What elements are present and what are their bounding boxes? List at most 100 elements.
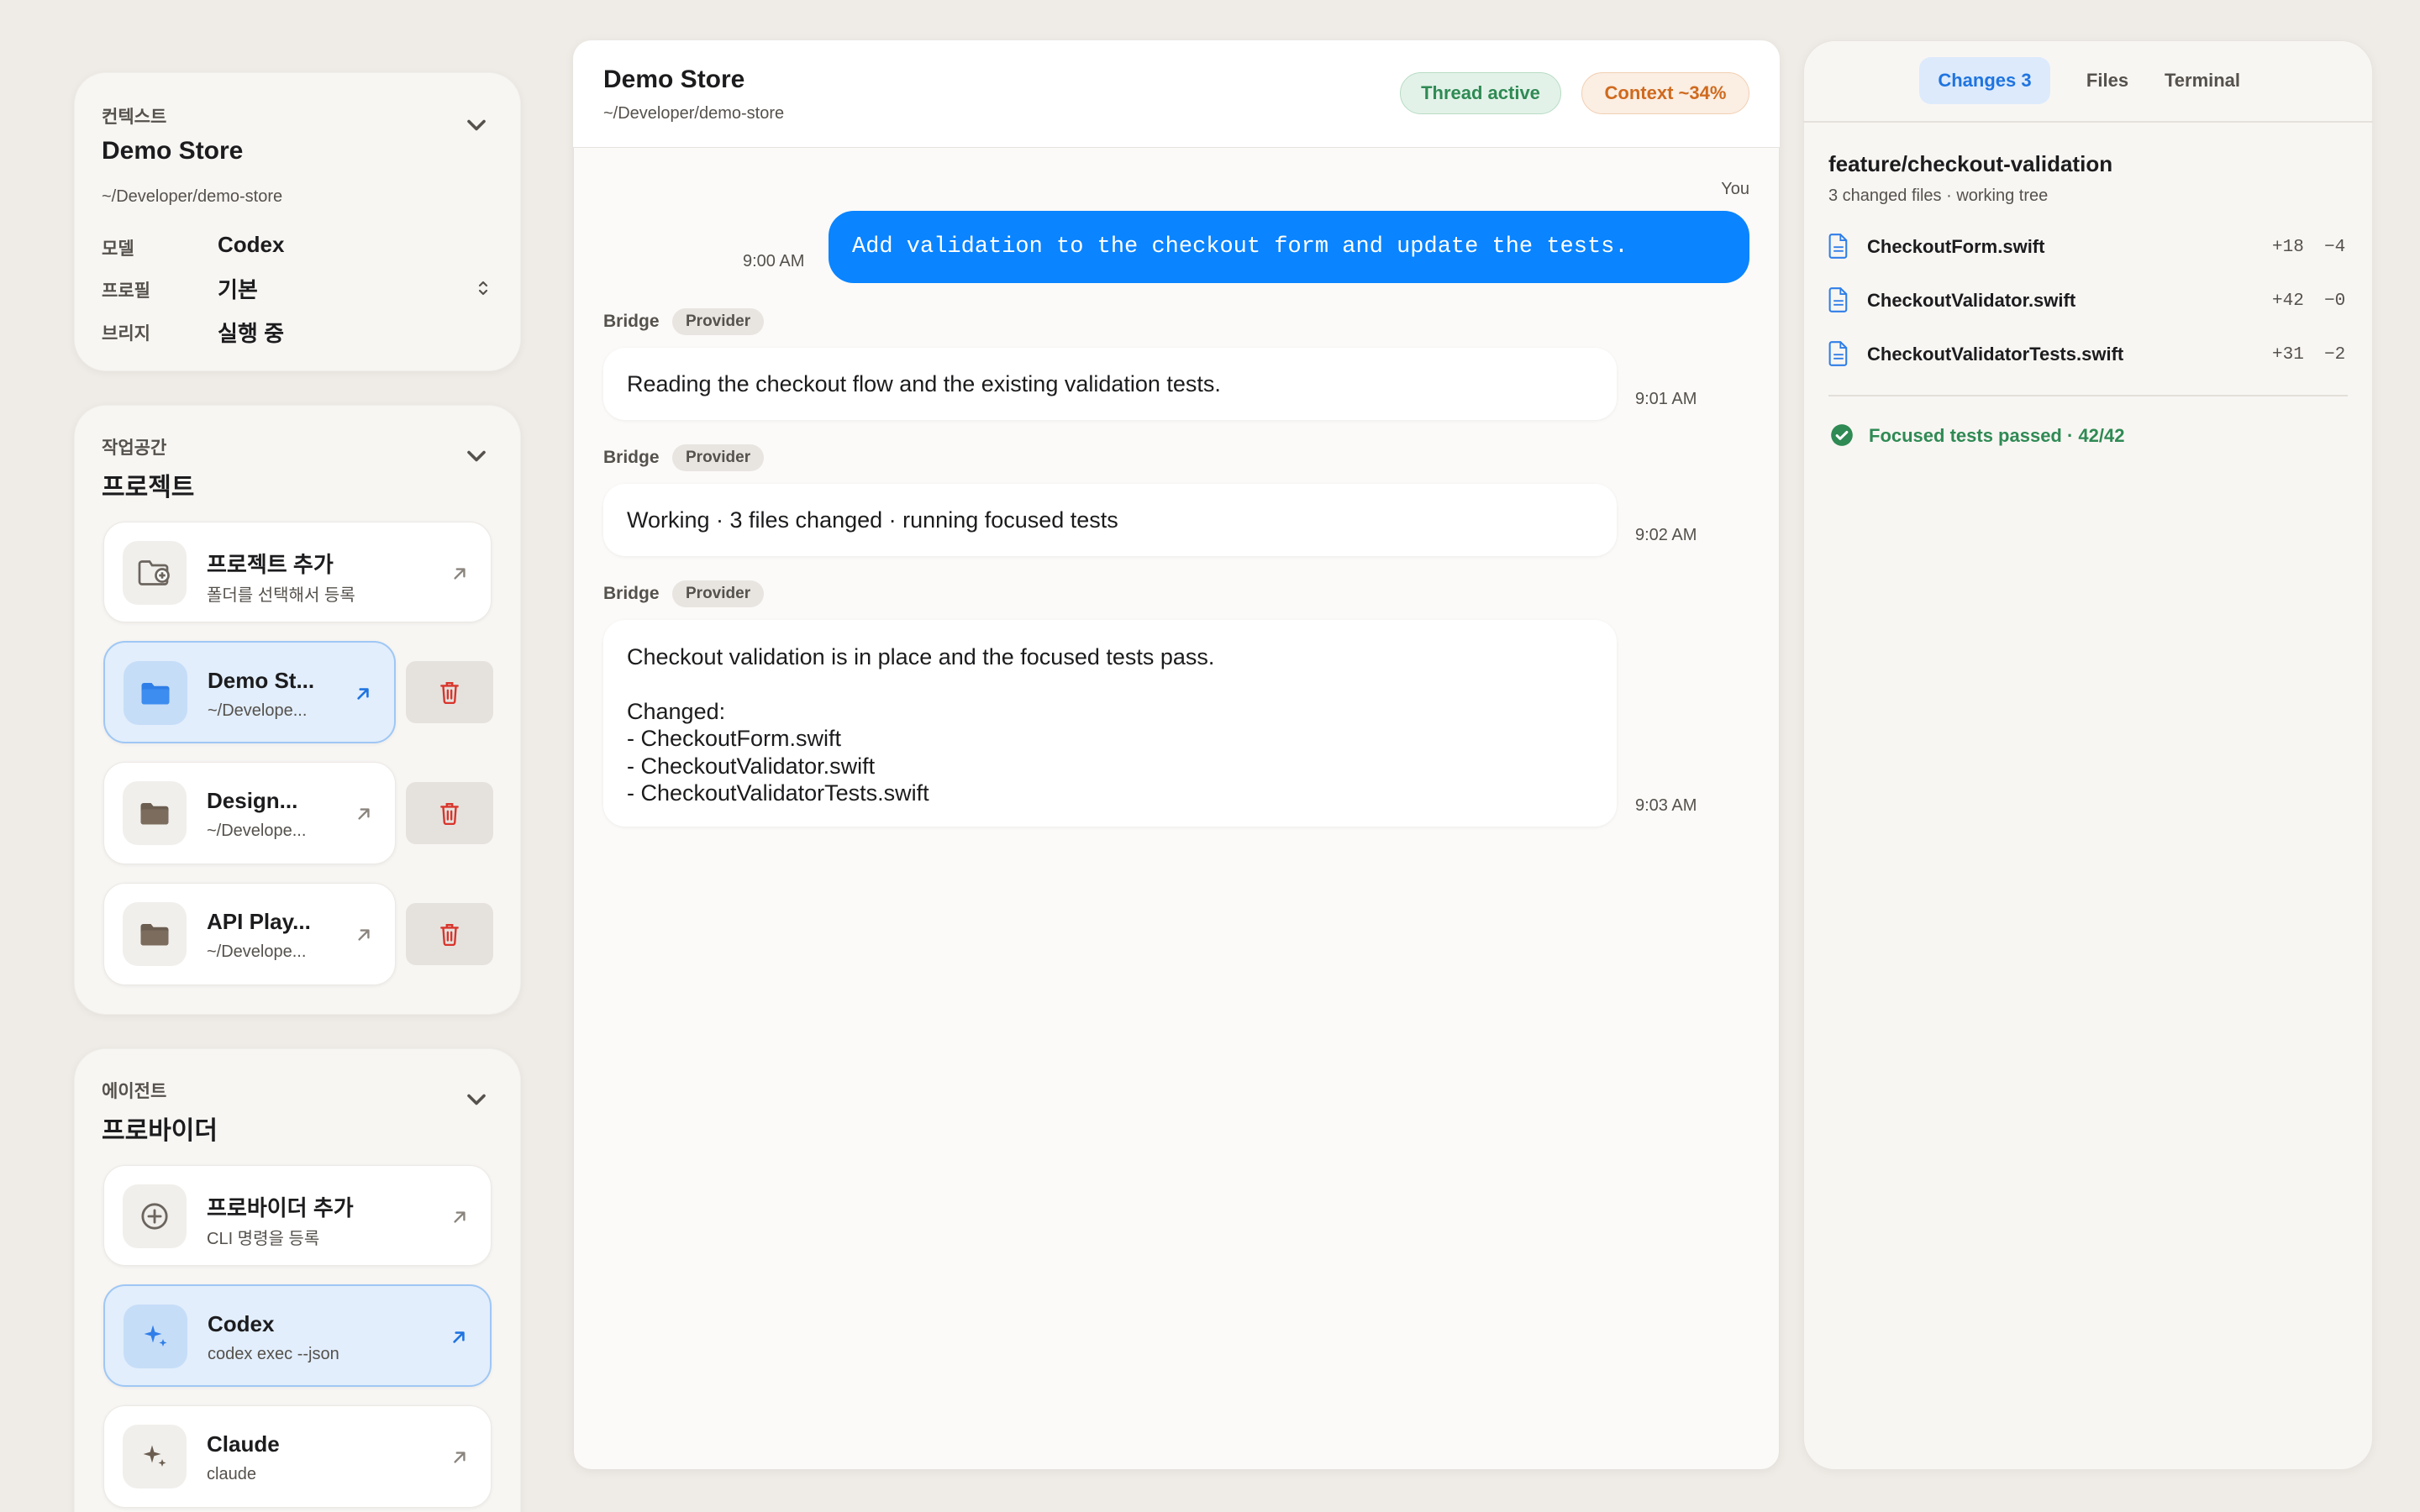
context-path: ~/Developer/demo-store — [102, 187, 283, 206]
plus-circle-icon — [123, 1184, 187, 1248]
assistant-message: Checkout validation is in place and the … — [603, 620, 1617, 827]
project-label: Design... — [207, 788, 298, 813]
project-path: ~/Develope... — [208, 701, 308, 720]
check-circle-icon — [1831, 424, 1853, 446]
message-line — [627, 670, 1593, 697]
arrow-up-right-icon — [358, 929, 370, 941]
tab-files[interactable]: Files — [2072, 57, 2143, 104]
provider-tag: Provider — [672, 444, 765, 471]
chevron-down-icon[interactable] — [461, 110, 492, 140]
project-item-design[interactable]: Design... ~/Develope... — [103, 762, 396, 864]
provider-command: claude — [207, 1465, 256, 1483]
changed-file[interactable]: CheckoutValidatorTests.swift — [1867, 344, 2123, 365]
message-line: - CheckoutValidatorTests.swift — [627, 780, 929, 806]
message-time: 9:01 AM — [1635, 390, 1697, 408]
project-label: API Play... — [207, 909, 311, 934]
changes-summary: 3 changed files · working tree — [1828, 186, 2049, 205]
provider-label: Codex — [208, 1311, 275, 1336]
tab-terminal[interactable]: Terminal — [2153, 57, 2252, 104]
changed-file[interactable]: CheckoutForm.swift — [1867, 236, 2044, 258]
delete-project-button[interactable] — [406, 903, 493, 965]
delete-project-button[interactable] — [406, 661, 493, 723]
user-message-bubble: Add validation to the checkout form and … — [829, 211, 1749, 283]
arrow-up-right-icon — [358, 808, 370, 820]
arrow-up-right-icon — [454, 568, 466, 580]
agents-title: 프로바이더 — [102, 1117, 218, 1145]
project-path: ~/Develope... — [207, 942, 307, 961]
folder-icon — [123, 902, 187, 966]
folder-plus-icon — [123, 541, 187, 605]
panel-tabs-divider — [1803, 121, 2373, 123]
delete-project-button[interactable] — [406, 782, 493, 844]
workspace-eyebrow: 작업공간 — [102, 438, 167, 458]
agents-card: 에이전트 프로바이더 프로바이더 추가 CLI 명령을 등록 Codex cod… — [74, 1048, 521, 1512]
chevron-down-icon[interactable] — [461, 1084, 492, 1115]
thread-status-badge: Thread active — [1400, 72, 1561, 114]
message-line: - CheckoutForm.swift — [627, 726, 842, 752]
add-project-button[interactable]: 프로젝트 추가 폴더를 선택해서 등록 — [103, 522, 492, 622]
chat-title: Demo Store — [603, 66, 745, 93]
workspace-title: 프로젝트 — [102, 474, 195, 501]
context-card: 컨텍스트 Demo Store ~/Developer/demo-store 모… — [74, 72, 521, 371]
sparkle-icon — [124, 1305, 187, 1368]
file-icon — [1828, 341, 1848, 366]
message-sender: Bridge — [603, 312, 660, 331]
provider-item-codex[interactable]: Codex codex exec --json — [103, 1284, 492, 1387]
arrow-up-right-icon — [453, 1331, 465, 1343]
lines-added: +42 — [2272, 291, 2304, 311]
profile-value[interactable]: 기본 — [218, 273, 258, 304]
trash-icon — [440, 803, 459, 825]
profile-key: 프로필 — [102, 281, 150, 301]
provider-tag: Provider — [672, 308, 765, 335]
add-provider-button[interactable]: 프로바이더 추가 CLI 명령을 등록 — [103, 1165, 492, 1266]
assistant-message: Reading the checkout flow and the existi… — [603, 348, 1617, 420]
workspace-card: 작업공간 프로젝트 프로젝트 추가 폴더를 선택해서 등록 Demo St...… — [74, 405, 521, 1015]
agents-eyebrow: 에이전트 — [102, 1082, 167, 1101]
changed-file[interactable]: CheckoutValidator.swift — [1867, 290, 2075, 312]
model-key: 모델 — [102, 239, 134, 259]
context-eyebrow: 컨텍스트 — [102, 108, 167, 127]
trash-icon — [440, 682, 459, 704]
message-sender: Bridge — [603, 448, 660, 467]
chevron-down-icon[interactable] — [461, 441, 492, 471]
message-line: - CheckoutValidator.swift — [627, 753, 876, 779]
add-provider-sub: CLI 명령을 등록 — [207, 1230, 320, 1248]
lines-removed: −4 — [2324, 238, 2346, 257]
context-usage-badge: Context ~34% — [1581, 72, 1749, 114]
assistant-message: Working · 3 files changed · running focu… — [603, 484, 1617, 556]
you-label: You — [1721, 180, 1749, 198]
branch-name: feature/checkout-validation — [1828, 151, 2113, 176]
chevron-up-down-icon[interactable] — [473, 278, 493, 298]
lines-added: +31 — [2272, 345, 2304, 365]
folder-icon — [124, 661, 187, 725]
divider — [1828, 395, 2348, 396]
message-line: Changed: — [627, 698, 726, 724]
message-sender: Bridge — [603, 584, 660, 603]
model-value[interactable]: Codex — [218, 232, 284, 258]
message-time: 9:03 AM — [1635, 796, 1697, 815]
add-project-label: 프로젝트 추가 — [207, 552, 334, 577]
message-time: 9:00 AM — [743, 252, 805, 270]
lines-removed: −0 — [2324, 291, 2346, 311]
add-provider-label: 프로바이더 추가 — [207, 1195, 354, 1221]
project-item-demo-store[interactable]: Demo St... ~/Develope... — [103, 641, 396, 743]
context-title: Demo Store — [102, 137, 244, 165]
arrow-up-right-icon — [454, 1452, 466, 1463]
provider-command: codex exec --json — [208, 1345, 339, 1363]
provider-item-claude[interactable]: Claude claude — [103, 1405, 492, 1508]
arrow-up-right-icon — [454, 1211, 466, 1223]
provider-label: Claude — [207, 1431, 280, 1457]
provider-tag: Provider — [672, 580, 765, 607]
project-item-api-playground[interactable]: API Play... ~/Develope... — [103, 883, 396, 985]
project-path: ~/Develope... — [207, 822, 307, 840]
project-label: Demo St... — [208, 668, 315, 693]
bridge-key: 브리지 — [102, 324, 150, 344]
test-status: Focused tests passed · 42/42 — [1869, 425, 2125, 446]
arrow-up-right-icon — [357, 688, 369, 700]
add-project-sub: 폴더를 선택해서 등록 — [207, 586, 355, 605]
file-icon — [1828, 287, 1848, 312]
message-time: 9:02 AM — [1635, 526, 1697, 544]
folder-icon — [123, 781, 187, 845]
tab-changes[interactable]: Changes 3 — [1919, 57, 2050, 104]
chat-path: ~/Developer/demo-store — [603, 104, 785, 123]
